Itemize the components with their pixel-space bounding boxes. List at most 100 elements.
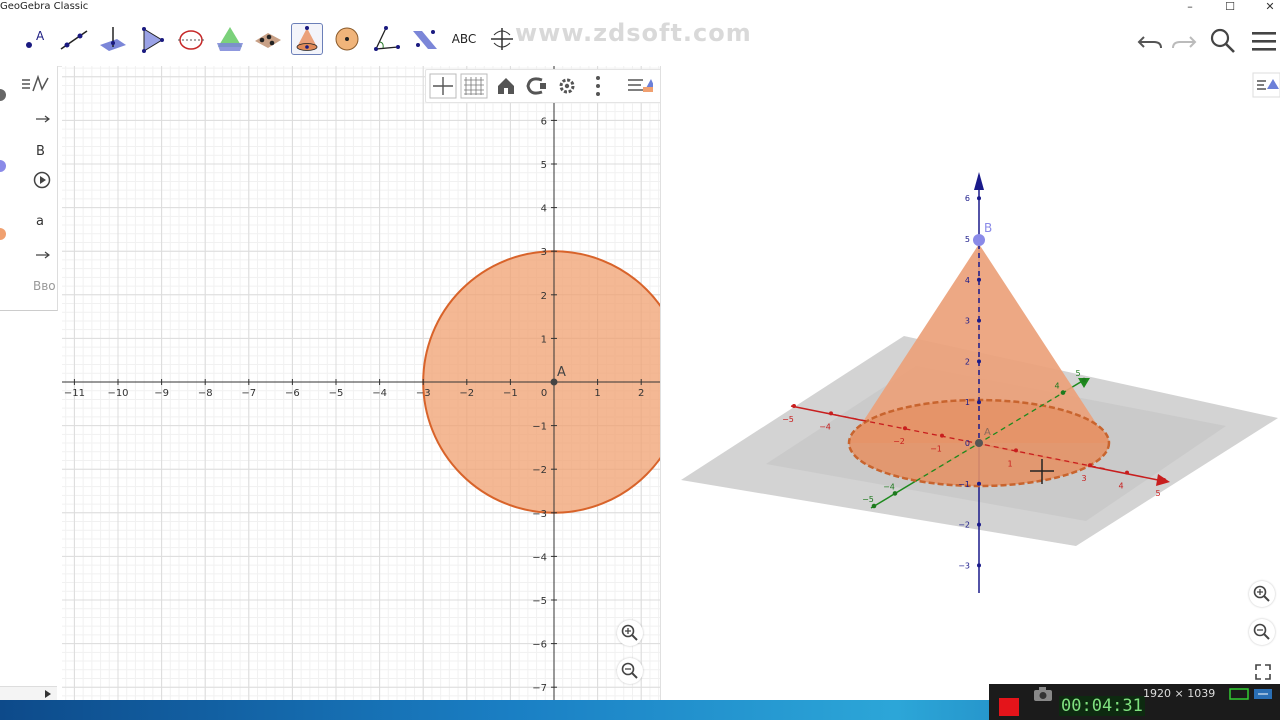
x-tick-3d — [903, 426, 907, 431]
z-tick-label: 4 — [965, 276, 970, 285]
zoom-in-3d-button[interactable] — [1249, 581, 1275, 607]
z-tick — [977, 359, 981, 364]
y-tick-label: −1 — [532, 422, 547, 433]
zoom-in-button[interactable] — [617, 620, 643, 646]
zoom-out-button[interactable] — [617, 658, 643, 684]
maximize-button[interactable]: ☐ — [1215, 0, 1245, 16]
minimize-recorder-icon[interactable] — [1253, 688, 1273, 700]
close-button[interactable]: ✕ — [1255, 0, 1280, 16]
y-tick-label: −4 — [532, 552, 547, 563]
point-b-visibility-icon[interactable] — [0, 158, 7, 174]
sphere-tool-icon — [335, 27, 359, 51]
gear-icon[interactable] — [553, 73, 581, 99]
x-tick-label: −5 — [329, 388, 344, 399]
x-tick-label-3d: −4 — [819, 422, 831, 431]
x-tick-label: 2 — [638, 388, 644, 399]
recording-timer: 00:04:31 — [1059, 696, 1145, 716]
angle-tool[interactable] — [370, 23, 402, 55]
x-tick-3d — [1125, 470, 1129, 475]
graphics-3d-view[interactable]: 6 5 4 3 2 1 0 −1 −2 −3 −5 −4 −2 −1 1 3 4 5 5 4 −4 −5 B A — [666, 66, 1280, 700]
pyramid-tool[interactable] — [136, 23, 168, 55]
x-tick-3d — [829, 411, 833, 416]
camera-icon[interactable] — [1033, 686, 1053, 702]
play-icon[interactable] — [32, 170, 52, 190]
watermark: www.zdsoft.com — [515, 19, 752, 47]
x-tick-label: −7 — [241, 388, 256, 399]
arrow-right-icon — [36, 251, 50, 259]
cone-tool[interactable] — [291, 23, 323, 55]
z-tick-label: −2 — [958, 521, 970, 530]
style-bar-3d-toggle-icon[interactable] — [1252, 72, 1280, 98]
zoom-out-3d-button[interactable] — [1249, 619, 1275, 645]
cone-label: a — [36, 214, 44, 229]
point-b-label: B — [36, 144, 45, 159]
y-tick-label: 3 — [541, 247, 547, 258]
graphics-view[interactable]: −11 −10 −9 −8 −7 −6 −5 −4 −3 −2 −1 0 1 2 6 5 4 3 2 1 −1 −2 −3−… — [62, 66, 660, 700]
recording-resolution: 1920 × 1039 — [1143, 687, 1216, 700]
circle-axis-tool[interactable] — [175, 23, 207, 55]
z-tick-label: 5 — [965, 235, 970, 244]
point-a-3d — [975, 439, 983, 447]
scroll-right-icon[interactable] — [44, 689, 52, 699]
line-tool[interactable] — [58, 23, 90, 55]
graphics-style-bar — [425, 69, 662, 103]
input-bar[interactable]: Вво — [33, 279, 56, 293]
object-visibility-icon[interactable] — [0, 88, 7, 102]
z-tick — [977, 522, 981, 527]
algebra-style-icon[interactable] — [20, 74, 52, 96]
point-tool[interactable]: A — [20, 23, 52, 55]
undo-icon[interactable] — [1136, 27, 1166, 57]
minimize-button[interactable]: – — [1175, 0, 1205, 16]
y-tick-label-3d: −5 — [862, 495, 874, 504]
y-tick-3d — [1081, 377, 1087, 383]
algebra-view: B a Вво — [0, 66, 58, 311]
y-tick-label: −5 — [532, 596, 547, 607]
point-capturing-icon[interactable] — [522, 73, 550, 99]
graphics-3d-canvas[interactable]: 6 5 4 3 2 1 0 −1 −2 −3 −5 −4 −2 −1 1 3 4 5 5 4 −4 −5 B A — [666, 66, 1280, 700]
x-tick-label-3d: 1 — [1007, 459, 1012, 468]
text-tool[interactable]: ABC — [448, 23, 480, 55]
x-tick-label-3d: 5 — [1155, 489, 1160, 498]
algebra-panel: B a Вво — [0, 66, 58, 686]
z-tick-label: −1 — [958, 480, 970, 489]
z-tick-label: 0 — [965, 439, 970, 448]
y-tick-label: −3 — [532, 509, 547, 520]
stop-recording-button[interactable] — [999, 698, 1019, 716]
fullscreen-icon[interactable] — [1253, 662, 1273, 682]
redo-icon[interactable] — [1168, 27, 1198, 57]
arrow-right-icon — [36, 115, 50, 123]
rotate-view-tool[interactable] — [486, 23, 518, 55]
y-tick-3d — [871, 503, 877, 509]
y-tick-label: −6 — [532, 640, 547, 651]
search-icon[interactable] — [1208, 25, 1238, 57]
line-tool-icon — [60, 30, 88, 50]
x-tick-label: 1 — [594, 388, 600, 399]
x-tick-label: −9 — [154, 388, 169, 399]
reflect-plane-tool[interactable] — [409, 23, 441, 55]
plane-tool[interactable] — [252, 23, 284, 55]
x-tick-3d — [940, 433, 944, 438]
graphics-canvas[interactable]: −11 −10 −9 −8 −7 −6 −5 −4 −3 −2 −1 0 1 2654321−1−2−3−… — [62, 66, 660, 700]
cone-visibility-icon[interactable] — [0, 226, 7, 242]
x-tick-label: 0 — [541, 388, 547, 399]
y-tick-3d — [1060, 390, 1066, 395]
rotate-view-tool-icon — [491, 28, 513, 50]
menu-icon[interactable] — [1250, 29, 1278, 55]
z-tick — [977, 196, 981, 201]
style-bar-toggle-icon[interactable] — [625, 73, 653, 99]
horizontal-scrollbar[interactable] — [0, 686, 57, 701]
zoom-out-icon — [621, 662, 638, 679]
toggle-grid-icon[interactable] — [460, 73, 488, 99]
svg-text:A: A — [36, 29, 45, 43]
home-icon[interactable] — [492, 73, 520, 99]
toggle-axes-icon[interactable] — [429, 73, 457, 99]
z-tick — [977, 563, 981, 568]
y-tick-label: −7 — [532, 683, 547, 694]
toggle-icon[interactable] — [1229, 688, 1249, 700]
intersect-surfaces-tool[interactable] — [214, 23, 246, 55]
more-options-icon[interactable] — [584, 73, 612, 99]
point-b-3d — [973, 234, 985, 246]
angle-tool-icon — [374, 26, 400, 51]
perpendicular-plane-tool[interactable] — [97, 23, 129, 55]
sphere-tool[interactable] — [331, 23, 363, 55]
